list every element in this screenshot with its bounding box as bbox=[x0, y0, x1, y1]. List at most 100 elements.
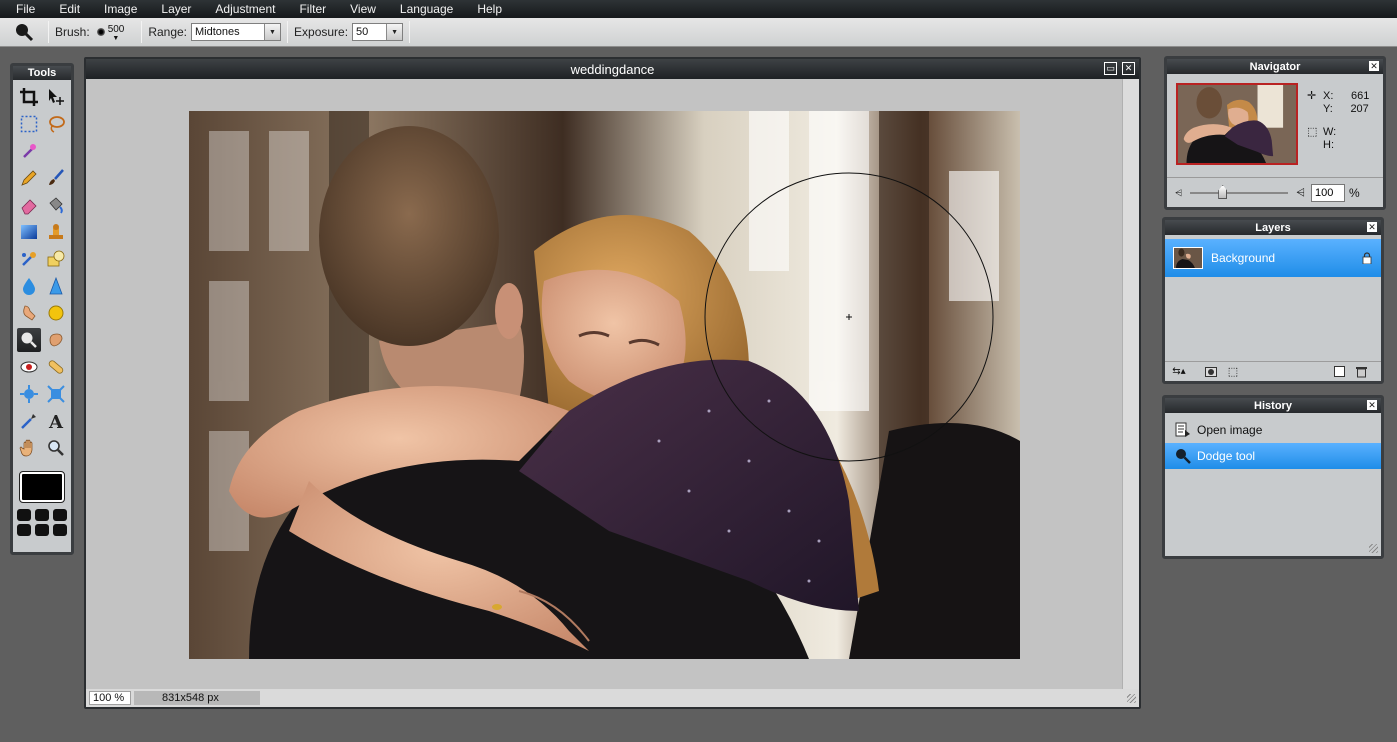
primary-color-swatch[interactable] bbox=[19, 471, 65, 503]
separator bbox=[287, 21, 289, 43]
cursor-readout: ✛ X: 661 Y: 207 ⬚ W: H: bbox=[1307, 89, 1372, 151]
chevron-down-icon[interactable]: ▼ bbox=[386, 24, 403, 40]
dodge-tool[interactable] bbox=[17, 328, 41, 352]
crop-tool[interactable] bbox=[17, 85, 41, 109]
maximize-icon: ▭ bbox=[1106, 63, 1115, 73]
thumbnail-image bbox=[1178, 85, 1296, 163]
menu-adjustment[interactable]: Adjustment bbox=[215, 2, 275, 16]
drawing-tool[interactable] bbox=[44, 247, 68, 271]
menu-view[interactable]: View bbox=[350, 2, 376, 16]
blur-tool[interactable] bbox=[17, 274, 41, 298]
zoom-tool[interactable] bbox=[44, 436, 68, 460]
photo-canvas[interactable] bbox=[189, 111, 1020, 659]
separator bbox=[48, 21, 49, 43]
layers-title-text: Layers bbox=[1255, 221, 1291, 234]
move-tool[interactable] bbox=[44, 85, 68, 109]
close-icon[interactable]: ✕ bbox=[1367, 222, 1377, 232]
close-icon[interactable]: ✕ bbox=[1367, 400, 1377, 410]
menu-language[interactable]: Language bbox=[400, 2, 453, 16]
vertical-scrollbar[interactable] bbox=[1122, 79, 1139, 691]
menu-image[interactable]: Image bbox=[104, 2, 137, 16]
view-mode-button[interactable] bbox=[35, 524, 49, 536]
brush-picker[interactable]: 500 ▼ bbox=[94, 24, 132, 42]
history-item-active[interactable]: Dodge tool bbox=[1165, 443, 1381, 469]
layer-thumbnail bbox=[1173, 247, 1203, 269]
zoom-slider-thumb[interactable] bbox=[1218, 185, 1228, 199]
view-mode-button[interactable] bbox=[17, 509, 31, 521]
lasso-icon bbox=[49, 116, 65, 133]
layer-thumbnail-image bbox=[1174, 248, 1202, 268]
zoom-input[interactable] bbox=[1311, 184, 1346, 202]
navigator-zoom: ⩤ ⩤ % bbox=[1175, 183, 1379, 203]
menu-help[interactable]: Help bbox=[477, 2, 502, 16]
view-mode-button[interactable] bbox=[35, 509, 49, 521]
navigator-thumbnail[interactable] bbox=[1176, 83, 1298, 165]
crop-icon bbox=[20, 88, 38, 106]
dodge-icon bbox=[21, 332, 37, 348]
pinch-tool[interactable] bbox=[44, 382, 68, 406]
history-item[interactable]: Open image bbox=[1165, 417, 1381, 443]
tools-title: Tools bbox=[13, 66, 71, 80]
brush-icon bbox=[49, 169, 64, 185]
hand-tool[interactable] bbox=[17, 436, 41, 460]
zoom-in-icon[interactable]: ⩤ bbox=[1296, 187, 1305, 200]
menu-edit[interactable]: Edit bbox=[59, 2, 80, 16]
close-button[interactable]: ✕ bbox=[1122, 62, 1135, 75]
menu-file[interactable]: File bbox=[16, 2, 35, 16]
gradient-tool[interactable] bbox=[17, 220, 41, 244]
chevron-down-icon[interactable]: ▼ bbox=[264, 24, 281, 40]
hand-icon bbox=[19, 439, 33, 457]
type-tool[interactable]: A bbox=[44, 409, 68, 433]
stamp-icon bbox=[49, 224, 63, 239]
zoom-slider[interactable] bbox=[1190, 185, 1289, 199]
menu-filter[interactable]: Filter bbox=[299, 2, 326, 16]
lasso-tool[interactable] bbox=[44, 112, 68, 136]
maximize-button[interactable]: ▭ bbox=[1104, 62, 1117, 75]
zoom-out-icon[interactable]: ⩤ bbox=[1175, 188, 1182, 199]
view-mode-button[interactable] bbox=[53, 524, 67, 536]
color-replace-icon bbox=[22, 252, 36, 266]
clone-stamp-tool[interactable] bbox=[44, 220, 68, 244]
bloat-tool[interactable] bbox=[17, 382, 41, 406]
spot-heal-tool[interactable] bbox=[44, 355, 68, 379]
lock-icon[interactable] bbox=[1359, 250, 1375, 266]
exposure-select[interactable]: 50 ▼ bbox=[352, 23, 404, 41]
magic-wand-tool[interactable] bbox=[17, 139, 41, 163]
layer-style-icon[interactable]: ⬚ bbox=[1225, 365, 1241, 379]
bloat-icon bbox=[20, 385, 38, 403]
delete-layer-icon[interactable] bbox=[1353, 365, 1369, 379]
bucket-tool[interactable] bbox=[44, 193, 68, 217]
view-mode-button[interactable] bbox=[17, 524, 31, 536]
new-layer-icon[interactable] bbox=[1331, 365, 1347, 379]
burn-tool[interactable] bbox=[44, 328, 68, 352]
resize-grip-icon[interactable] bbox=[1127, 693, 1136, 703]
view-mode-button[interactable] bbox=[53, 509, 67, 521]
color-picker-tool[interactable] bbox=[17, 409, 41, 433]
smudge-tool[interactable] bbox=[17, 301, 41, 325]
close-icon[interactable]: ✕ bbox=[1369, 61, 1379, 71]
layer-row-background[interactable]: Background bbox=[1165, 239, 1381, 277]
document-icon bbox=[1173, 421, 1193, 439]
pencil-tool[interactable] bbox=[17, 166, 41, 190]
red-eye-tool[interactable] bbox=[17, 355, 41, 379]
y-value: 207 bbox=[1350, 102, 1369, 115]
resize-grip-icon[interactable] bbox=[1369, 544, 1378, 553]
separator bbox=[141, 21, 143, 43]
layer-name[interactable]: Background bbox=[1211, 251, 1359, 265]
zoom-level[interactable]: 100 % bbox=[89, 691, 131, 705]
history-item-label: Dodge tool bbox=[1197, 449, 1256, 463]
history-item-label: Open image bbox=[1197, 423, 1263, 437]
menu-layer[interactable]: Layer bbox=[161, 2, 191, 16]
pencil-icon bbox=[21, 170, 37, 186]
brush-tool[interactable] bbox=[44, 166, 68, 190]
layer-settings-icon[interactable]: ⇆▴ bbox=[1171, 365, 1187, 379]
eraser-tool[interactable] bbox=[17, 193, 41, 217]
layer-mask-icon[interactable] bbox=[1203, 365, 1219, 379]
marquee-tool[interactable] bbox=[17, 112, 41, 136]
sharpen-tool[interactable] bbox=[44, 274, 68, 298]
sponge-tool[interactable] bbox=[44, 301, 68, 325]
brush-label: Brush: bbox=[55, 25, 90, 39]
color-replace-tool[interactable] bbox=[17, 247, 41, 271]
range-select[interactable]: Midtones ▼ bbox=[191, 23, 282, 41]
canvas-area[interactable] bbox=[86, 79, 1122, 691]
